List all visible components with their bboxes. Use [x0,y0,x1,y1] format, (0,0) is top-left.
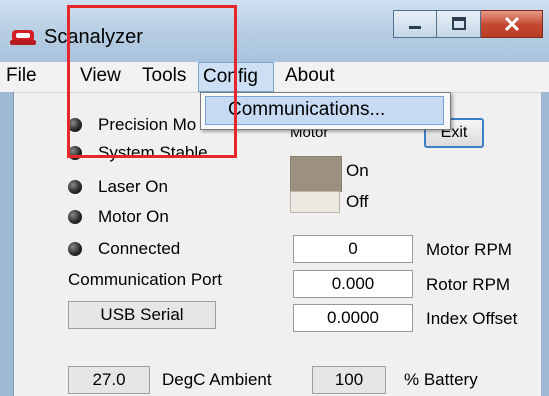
menu-file[interactable]: File [6,62,37,92]
config-dropdown-menu: Communications... [200,92,451,130]
index-offset-label: Index Offset [426,309,518,328]
rotor-rpm-field: 0.000 [293,270,413,298]
motor-on-label: Motor On [98,207,169,226]
close-button[interactable] [481,10,543,38]
rotor-rpm-label: Rotor RPM [426,275,511,294]
laser-label: Laser On [98,177,168,196]
index-offset-field: 0.0000 [293,304,413,332]
motor-on-option-label: On [346,161,369,180]
window-right-border [541,92,549,396]
motor-rpm-field: 0 [293,235,413,263]
comm-port-button[interactable]: USB Serial [68,301,216,329]
minimize-icon [409,26,421,29]
connected-label: Connected [98,239,181,258]
laser-led-icon [68,180,82,194]
battery-field: 100 [312,366,386,394]
motor-toggle-off[interactable] [290,191,340,213]
menu-about[interactable]: About [285,62,335,92]
maximize-button[interactable] [437,10,481,38]
minimize-button[interactable] [393,10,437,38]
motor-led-icon [68,210,82,224]
motor-off-option-label: Off [346,192,369,211]
ambient-temp-label: DegC Ambient [162,370,272,389]
annotation-highlight-box [67,5,237,158]
motor-rpm-label: Motor RPM [426,240,512,259]
comm-port-label: Communication Port [68,270,223,289]
maximize-icon [451,17,466,30]
communications-menu-item[interactable]: Communications... [205,96,444,125]
window-left-border [0,92,14,396]
connected-led-icon [68,242,82,256]
motor-toggle-on[interactable] [290,156,342,192]
scanalyzer-app-icon [10,30,36,45]
ambient-temp-field: 27.0 [68,366,150,394]
battery-label: % Battery [404,370,478,389]
close-icon [504,16,519,32]
window-controls [393,10,543,40]
